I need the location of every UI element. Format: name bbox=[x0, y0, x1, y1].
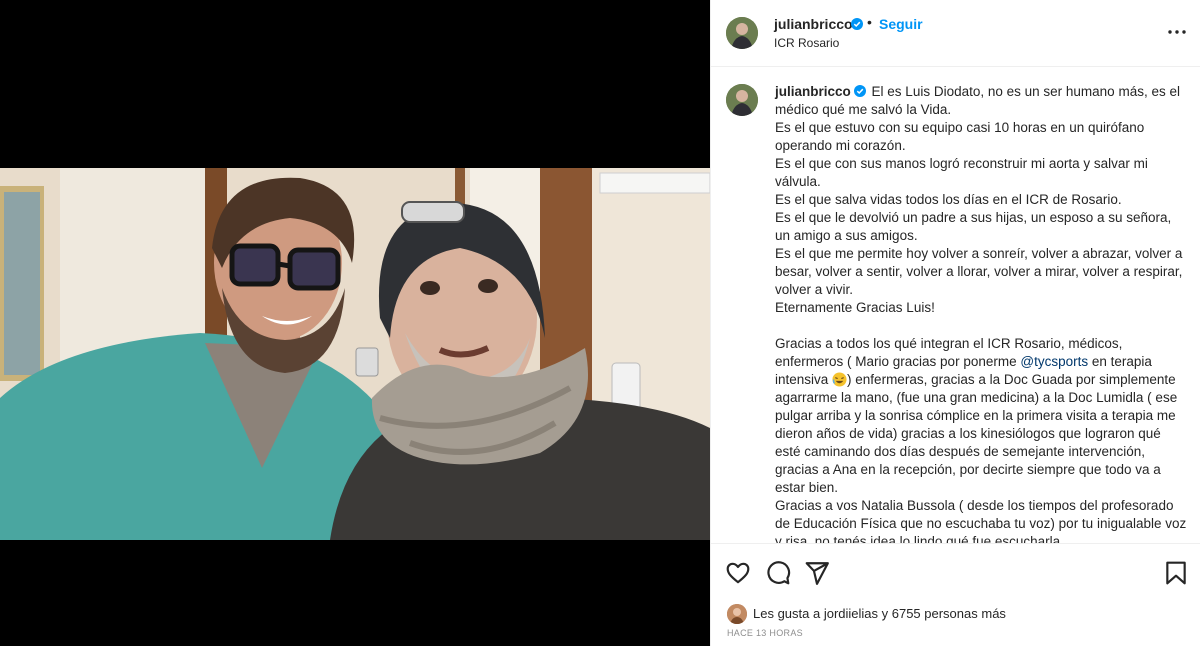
save-button[interactable] bbox=[1163, 560, 1189, 586]
bookmark-icon bbox=[1166, 561, 1186, 585]
instagram-post: julianbricco • Seguir ICR Rosario julian… bbox=[0, 0, 1200, 646]
caption-username[interactable]: julianbricco bbox=[775, 84, 851, 99]
likes-text: Les gusta a jordiielias y 6755 personas … bbox=[753, 606, 1006, 621]
separator-dot: • bbox=[867, 14, 872, 30]
caption-paragraph: Es el que salva vidas todos los días en … bbox=[775, 192, 1122, 207]
post-actions bbox=[711, 560, 1200, 590]
caption-text: ) enfermeras, gracias a la Doc Guada por… bbox=[775, 372, 1178, 495]
comment-icon bbox=[767, 561, 791, 585]
post-photo[interactable] bbox=[0, 168, 710, 540]
follow-button[interactable]: Seguir bbox=[879, 16, 923, 32]
avatar-image bbox=[727, 604, 747, 624]
post-timestamp[interactable]: HACE 13 HORAS bbox=[727, 628, 803, 638]
verified-badge-icon bbox=[853, 85, 866, 97]
post-header: julianbricco • Seguir ICR Rosario bbox=[711, 0, 1200, 67]
post-media bbox=[0, 0, 710, 646]
verified-badge-icon bbox=[851, 18, 863, 30]
heart-icon bbox=[726, 562, 750, 584]
mention-link[interactable]: @tycsports bbox=[1020, 354, 1088, 369]
caption-paragraph: Gracias a vos Natalia Bussola ( desde lo… bbox=[775, 498, 1187, 544]
author-username[interactable]: julianbricco bbox=[774, 16, 853, 32]
more-horizontal-icon[interactable] bbox=[1166, 22, 1188, 42]
post-location[interactable]: ICR Rosario bbox=[774, 36, 839, 50]
avatar-image bbox=[726, 17, 758, 49]
caption-paragraph: Gracias a todos los qué integran el ICR … bbox=[775, 335, 1189, 497]
caption-scroll-area[interactable]: julianbricco El es Luis Diodato, no es u… bbox=[711, 68, 1200, 544]
comment-button[interactable] bbox=[765, 560, 791, 586]
share-button[interactable] bbox=[804, 560, 830, 586]
caption-paragraph: julianbricco El es Luis Diodato, no es u… bbox=[775, 83, 1189, 119]
caption-paragraph: Eternamente Gracias Luis! bbox=[775, 300, 935, 315]
post-side-panel: julianbricco • Seguir ICR Rosario julian… bbox=[710, 0, 1200, 646]
avatar-image bbox=[726, 84, 758, 116]
post-caption: julianbricco El es Luis Diodato, no es u… bbox=[775, 83, 1189, 544]
share-icon bbox=[805, 562, 829, 585]
author-avatar[interactable] bbox=[726, 17, 758, 49]
liker-avatar bbox=[727, 604, 747, 624]
caption-paragraph: Es el que estuvo con su equipo casi 10 h… bbox=[775, 120, 1145, 153]
caption-paragraph: Es el que le devolvió un padre a sus hij… bbox=[775, 210, 1172, 243]
laughing-emoji-icon bbox=[832, 372, 847, 387]
caption-paragraph: Es el que me permite hoy volver a sonreí… bbox=[775, 246, 1183, 297]
photo-illustration bbox=[0, 168, 710, 540]
caption-paragraph: Es el que con sus manos logró reconstrui… bbox=[775, 156, 1148, 189]
like-button[interactable] bbox=[725, 560, 751, 586]
caption-author-avatar[interactable] bbox=[726, 84, 758, 116]
